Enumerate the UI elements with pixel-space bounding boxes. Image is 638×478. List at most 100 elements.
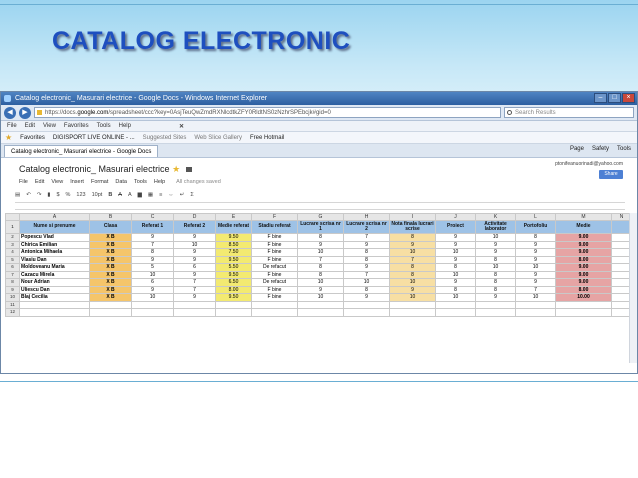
- cell[interactable]: 9: [343, 240, 390, 249]
- font-size-select[interactable]: 10pt: [92, 192, 103, 198]
- cell[interactable]: Cazacu Mirela: [19, 270, 90, 279]
- cell[interactable]: X B: [89, 233, 132, 242]
- cell[interactable]: 8: [475, 278, 516, 287]
- cell[interactable]: 9: [297, 285, 344, 294]
- column-header[interactable]: H: [343, 213, 390, 221]
- cell[interactable]: 9: [389, 285, 436, 294]
- header-cell[interactable]: Proiect: [435, 220, 476, 234]
- cell[interactable]: 8: [343, 248, 390, 257]
- close-window-button[interactable]: ×: [622, 93, 635, 103]
- cell[interactable]: 9.00: [555, 270, 612, 279]
- cell[interactable]: 9: [173, 293, 216, 302]
- header-cell[interactable]: Nota finala lucrari scrise: [389, 220, 436, 234]
- cell[interactable]: 8: [389, 233, 436, 242]
- cell[interactable]: 8: [389, 263, 436, 272]
- cell[interactable]: 10: [297, 278, 344, 287]
- corner-cell[interactable]: [5, 213, 20, 221]
- column-header[interactable]: E: [215, 213, 252, 221]
- cell[interactable]: 6.50: [215, 278, 252, 287]
- cell[interactable]: 7: [343, 233, 390, 242]
- cell[interactable]: 9: [515, 270, 556, 279]
- cell[interactable]: 10: [131, 293, 174, 302]
- cell[interactable]: 9.00: [555, 240, 612, 249]
- empty-cell[interactable]: [435, 308, 476, 317]
- empty-cell[interactable]: [19, 308, 90, 317]
- cell[interactable]: 9: [435, 233, 476, 242]
- cell[interactable]: X B: [89, 270, 132, 279]
- column-header[interactable]: B: [89, 213, 132, 221]
- column-header[interactable]: L: [515, 213, 556, 221]
- cell[interactable]: 7: [389, 255, 436, 264]
- row-number[interactable]: 4: [5, 248, 20, 257]
- cell[interactable]: 9: [131, 255, 174, 264]
- cell[interactable]: 10: [297, 293, 344, 302]
- empty-cell[interactable]: [131, 308, 174, 317]
- cell[interactable]: 9: [435, 240, 476, 249]
- column-header[interactable]: C: [131, 213, 174, 221]
- cell[interactable]: 8.00: [555, 255, 612, 264]
- cell[interactable]: 9.50: [215, 293, 252, 302]
- doc-menu-data[interactable]: Data: [115, 179, 127, 185]
- column-header[interactable]: M: [555, 213, 612, 221]
- cell[interactable]: 9.00: [555, 233, 612, 242]
- header-cell[interactable]: Referat 1: [131, 220, 174, 234]
- column-header[interactable]: I: [389, 213, 436, 221]
- header-cell[interactable]: Medie referat: [215, 220, 252, 234]
- empty-cell[interactable]: [475, 300, 516, 309]
- empty-cell[interactable]: [343, 308, 390, 317]
- column-header[interactable]: F: [251, 213, 298, 221]
- cell[interactable]: X B: [89, 293, 132, 302]
- cell[interactable]: 9.50: [215, 270, 252, 279]
- empty-cell[interactable]: [389, 300, 436, 309]
- align-icon[interactable]: ≡: [159, 192, 162, 198]
- row-number[interactable]: 3: [5, 240, 20, 249]
- cell[interactable]: 9: [435, 278, 476, 287]
- cell[interactable]: 8: [475, 285, 516, 294]
- doc-menu-format[interactable]: Format: [91, 179, 108, 185]
- cell[interactable]: X B: [89, 278, 132, 287]
- cell[interactable]: 9: [131, 285, 174, 294]
- cell[interactable]: X B: [89, 255, 132, 264]
- column-header[interactable]: J: [435, 213, 476, 221]
- empty-cell[interactable]: [173, 300, 216, 309]
- share-button[interactable]: Share: [599, 170, 623, 179]
- cell[interactable]: De refacut: [251, 263, 298, 272]
- doc-menu-help[interactable]: Help: [154, 179, 165, 185]
- merge-icon[interactable]: ⇔: [168, 192, 174, 198]
- folder-icon[interactable]: [185, 167, 192, 172]
- cell[interactable]: 9.50: [215, 255, 252, 264]
- bold-icon[interactable]: B: [108, 192, 112, 198]
- column-header[interactable]: A: [19, 213, 90, 221]
- safety-menu[interactable]: Safety: [592, 146, 609, 152]
- header-cell[interactable]: Lucrare scrisa nr 2: [343, 220, 390, 234]
- cell[interactable]: 9: [475, 293, 516, 302]
- menu-file[interactable]: File: [7, 123, 17, 129]
- empty-cell[interactable]: [297, 300, 344, 309]
- cell[interactable]: 10: [515, 263, 556, 272]
- row-number[interactable]: 12: [5, 308, 20, 317]
- cell[interactable]: 9: [173, 233, 216, 242]
- cell[interactable]: 8.00: [215, 285, 252, 294]
- cell[interactable]: Chirica Emilian: [19, 240, 90, 249]
- header-cell[interactable]: Referat 2: [173, 220, 216, 234]
- maximize-button[interactable]: □: [608, 93, 621, 103]
- cell[interactable]: 9.00: [555, 278, 612, 287]
- cell[interactable]: Vlasiu Dan: [19, 255, 90, 264]
- cell[interactable]: 7: [343, 270, 390, 279]
- cell[interactable]: 5.50: [215, 263, 252, 272]
- cell[interactable]: 8: [343, 255, 390, 264]
- cell[interactable]: Uliescu Dan: [19, 285, 90, 294]
- cell[interactable]: 10: [297, 248, 344, 257]
- empty-cell[interactable]: [515, 300, 556, 309]
- cell[interactable]: 10.00: [555, 293, 612, 302]
- empty-cell[interactable]: [173, 308, 216, 317]
- empty-cell[interactable]: [435, 300, 476, 309]
- header-cell[interactable]: Nume si prenume: [19, 220, 90, 234]
- cell[interactable]: 8: [389, 270, 436, 279]
- cell[interactable]: 8: [297, 270, 344, 279]
- paint-format-icon[interactable]: ▮: [47, 192, 50, 198]
- row-number[interactable]: 5: [5, 255, 20, 264]
- strikethrough-icon[interactable]: A: [118, 192, 122, 198]
- cell[interactable]: F bine: [251, 293, 298, 302]
- back-button[interactable]: ◀: [4, 106, 16, 119]
